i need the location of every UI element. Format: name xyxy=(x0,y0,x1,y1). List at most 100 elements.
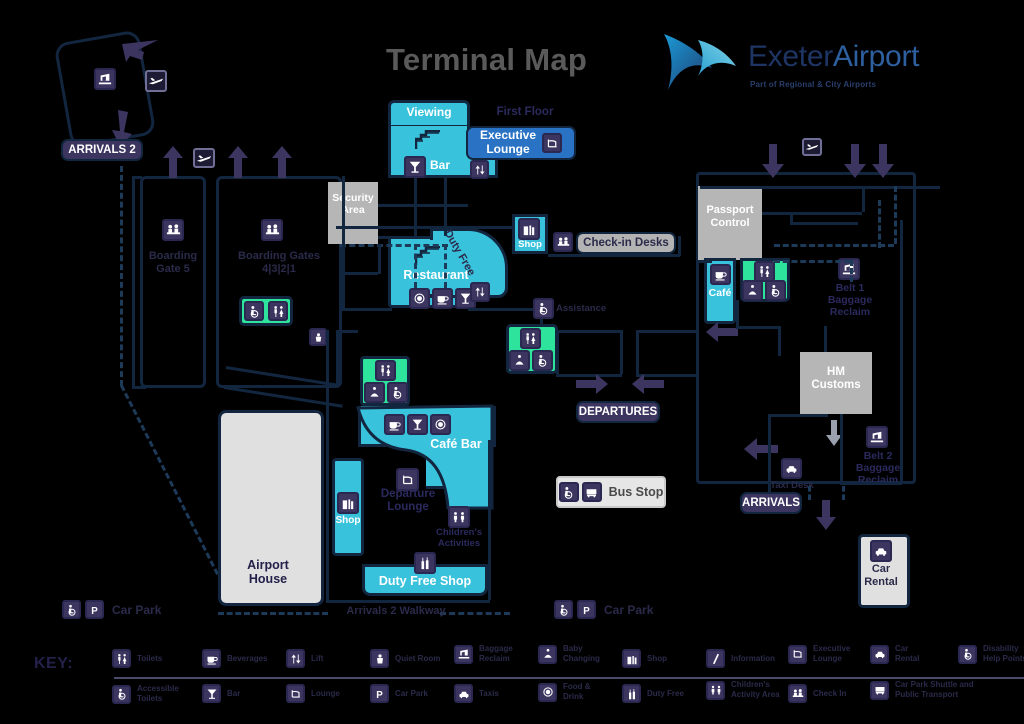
key-item[interactable]: Duty Free xyxy=(622,684,684,703)
key-label: Shop xyxy=(647,653,667,663)
airport-house-label: Airport House xyxy=(218,558,318,587)
beverages-icon xyxy=(432,288,453,309)
dep-lounge-line2: Lounge xyxy=(387,501,429,514)
wall-arr-h5 xyxy=(736,326,778,329)
arrivals2-walkway-dash-vertical xyxy=(120,166,123,386)
key-label: Duty Free xyxy=(647,688,684,698)
wall-concourse-mid xyxy=(548,254,680,257)
key-item[interactable]: P Car Park xyxy=(370,684,428,703)
wall-right-dep-v xyxy=(636,330,639,374)
key-item[interactable]: Disability Help Points xyxy=(958,644,1024,664)
hm-customs-label: HM Customs xyxy=(800,366,872,392)
wall-arr-exit-h xyxy=(768,414,828,417)
key-item[interactable]: Bar xyxy=(202,684,240,703)
wall-restaurant-dash xyxy=(340,244,448,247)
wall-concourse-v3 xyxy=(620,330,623,374)
duty-free-shop-label: Duty Free Shop xyxy=(378,574,472,588)
key-item[interactable]: Quiet Room xyxy=(370,649,440,668)
wall-arr-v1 xyxy=(862,186,865,212)
key-item[interactable]: Baggage Reclaim xyxy=(454,644,529,664)
key-separator xyxy=(960,677,1024,679)
key-label: Check In xyxy=(813,688,847,698)
departures-badge[interactable]: DEPARTURES xyxy=(576,401,660,423)
key-label: Car Rental xyxy=(895,644,920,663)
wall-concourse-l2 xyxy=(342,272,345,310)
toilets-icon xyxy=(520,328,541,349)
key-column: Disability Help Points xyxy=(958,644,1024,712)
wall-main-bottom xyxy=(132,386,146,389)
wall-concourse-long xyxy=(342,308,392,311)
logo-tagline: Part of Regional & City Airports xyxy=(750,80,877,89)
baggage-reclaim-icon xyxy=(454,644,473,664)
exec-line2: Lounge xyxy=(486,142,530,156)
key-item[interactable]: Toilets xyxy=(112,649,162,668)
car-rental-line2: Rental xyxy=(864,575,898,588)
key-item[interactable]: Baby Changing xyxy=(538,644,611,664)
wall-restaurant-dash-v2 xyxy=(444,244,447,288)
wall-dep-lounge-bottom xyxy=(326,600,490,603)
plane-icon xyxy=(145,70,167,92)
boarding-gates-4321-outline xyxy=(216,176,342,388)
car-rental-icon xyxy=(870,644,889,664)
key-label: Lounge xyxy=(311,688,340,698)
check-in-icon xyxy=(162,219,184,241)
wall-concourse-v xyxy=(678,236,681,256)
key-item[interactable]: Shop xyxy=(622,649,667,668)
wall-arr-h2 xyxy=(762,212,862,215)
key-item[interactable]: Information xyxy=(706,649,775,668)
belt2-label: Belt 2 Baggage Reclaim xyxy=(840,450,916,486)
food-drink-icon xyxy=(538,682,557,702)
wall-lower-left-d xyxy=(336,330,358,333)
bus-stop-badge[interactable]: Bus Stop xyxy=(556,476,666,508)
key-label: Food & Drink xyxy=(563,682,591,701)
key-item[interactable]: Lounge xyxy=(286,684,340,703)
wall-arr-v2 xyxy=(790,212,793,224)
wall-restaurant-h1 xyxy=(378,204,468,207)
lift-icon xyxy=(470,282,490,302)
key-item[interactable]: Taxis xyxy=(454,684,499,703)
executive-lounge-badge[interactable]: Executive Lounge xyxy=(466,126,576,160)
wall-arr-v4 xyxy=(736,300,739,326)
departure-lounge-label: Departure Lounge xyxy=(358,488,458,514)
key-item[interactable]: Beverages xyxy=(202,649,267,668)
toilets-icon xyxy=(112,649,131,668)
disability-help-icon xyxy=(554,600,573,619)
boarding-gate5-outline xyxy=(140,176,206,388)
duty-free-icon xyxy=(622,684,641,703)
car-park-left: P Car Park xyxy=(62,600,161,619)
accessible-toilets-icon xyxy=(532,350,553,371)
wall-arr-dash1 xyxy=(774,244,894,247)
beverages-icon xyxy=(384,414,405,435)
car-park-left-label: Car Park xyxy=(112,602,162,617)
key-label: Bar xyxy=(227,688,241,698)
boarding-gate5-label: Boarding Gate 5 xyxy=(140,250,206,275)
plane-icon xyxy=(193,148,215,168)
arrivals2-badge[interactable]: ARRIVALS 2 xyxy=(61,139,143,161)
key-label: Accessible Toilets xyxy=(137,684,179,703)
key-label: Toilets xyxy=(137,653,163,663)
key-item[interactable]: Car Rental xyxy=(870,644,933,664)
key-item[interactable]: Food & Drink xyxy=(538,682,607,702)
key-label: Disability Help Points xyxy=(983,644,1024,663)
checkin-desks-label: Check-in Desks xyxy=(583,237,669,249)
arrow-left-cafe xyxy=(706,322,738,342)
key-item[interactable]: Executive Lounge xyxy=(788,644,861,664)
logo-word-exeter: Exeter xyxy=(748,40,833,73)
boarding-gate5-line1: Boarding xyxy=(148,250,198,262)
wall-sec-right xyxy=(378,244,381,274)
key-item[interactable]: Check In xyxy=(788,684,846,703)
duty-free-icon xyxy=(414,552,436,574)
arrow-up-gate5 xyxy=(163,146,183,178)
executive-lounge-icon xyxy=(542,133,563,153)
key-item[interactable]: Children's Activity Area xyxy=(706,680,789,700)
wall-customs-v xyxy=(824,326,827,352)
key-item[interactable]: Accessible Toilets xyxy=(112,684,195,704)
key-item[interactable]: Lift xyxy=(286,649,323,668)
lift-stairs-icon xyxy=(415,130,441,150)
checkin-desks-badge[interactable]: Check-in Desks xyxy=(576,232,676,254)
arrivals-badge[interactable]: ARRIVALS xyxy=(740,492,802,514)
passport-control-label: Passport Control xyxy=(696,204,764,229)
wall-sec-bottom xyxy=(342,272,378,275)
wall-concourse-top xyxy=(468,226,514,229)
baby-changing-icon xyxy=(364,382,385,403)
